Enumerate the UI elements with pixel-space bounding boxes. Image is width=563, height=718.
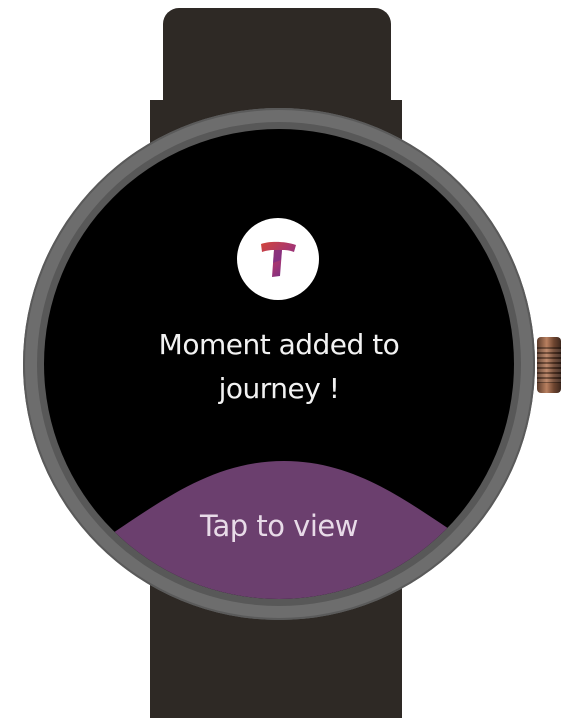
smartwatch-mockup: Moment added to journey ! Tap to view [0,0,563,718]
watch-crown-button[interactable] [537,337,561,393]
watch-screen: Moment added to journey ! Tap to view [44,129,514,599]
tap-to-view-button[interactable]: Tap to view [134,504,424,548]
